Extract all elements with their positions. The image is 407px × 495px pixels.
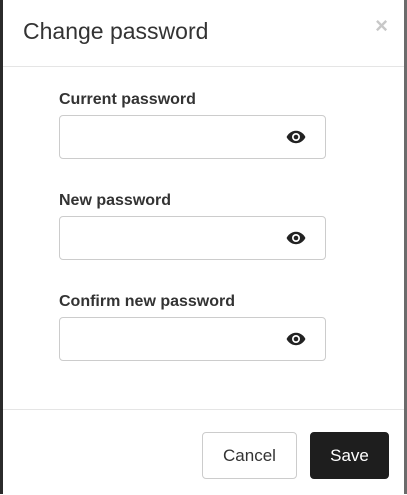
close-icon[interactable]: ×: [375, 15, 388, 37]
current-password-label: Current password: [59, 91, 196, 108]
current-password-input[interactable]: [70, 117, 284, 159]
dialog-footer: Cancel Save: [3, 409, 404, 495]
dialog-title: Change password: [23, 18, 209, 44]
confirm-password-wrapper: [59, 317, 326, 361]
eye-icon[interactable]: [286, 130, 306, 144]
new-password-wrapper: [59, 216, 326, 260]
confirm-password-label: Confirm new password: [59, 293, 236, 310]
confirm-password-group: Confirm new password: [59, 293, 326, 361]
new-password-label: New password: [59, 192, 172, 209]
current-password-group: Current password: [59, 91, 326, 159]
cancel-button[interactable]: Cancel: [202, 432, 297, 479]
confirm-password-input[interactable]: [70, 319, 284, 361]
current-password-wrapper: [59, 115, 326, 159]
dialog-header: Change password ×: [3, 0, 404, 67]
save-button[interactable]: Save: [310, 432, 389, 479]
eye-icon[interactable]: [286, 332, 306, 346]
change-password-dialog: Change password × Current password New p…: [3, 0, 404, 494]
eye-icon[interactable]: [286, 231, 306, 245]
new-password-group: New password: [59, 192, 326, 260]
new-password-input[interactable]: [70, 218, 284, 260]
